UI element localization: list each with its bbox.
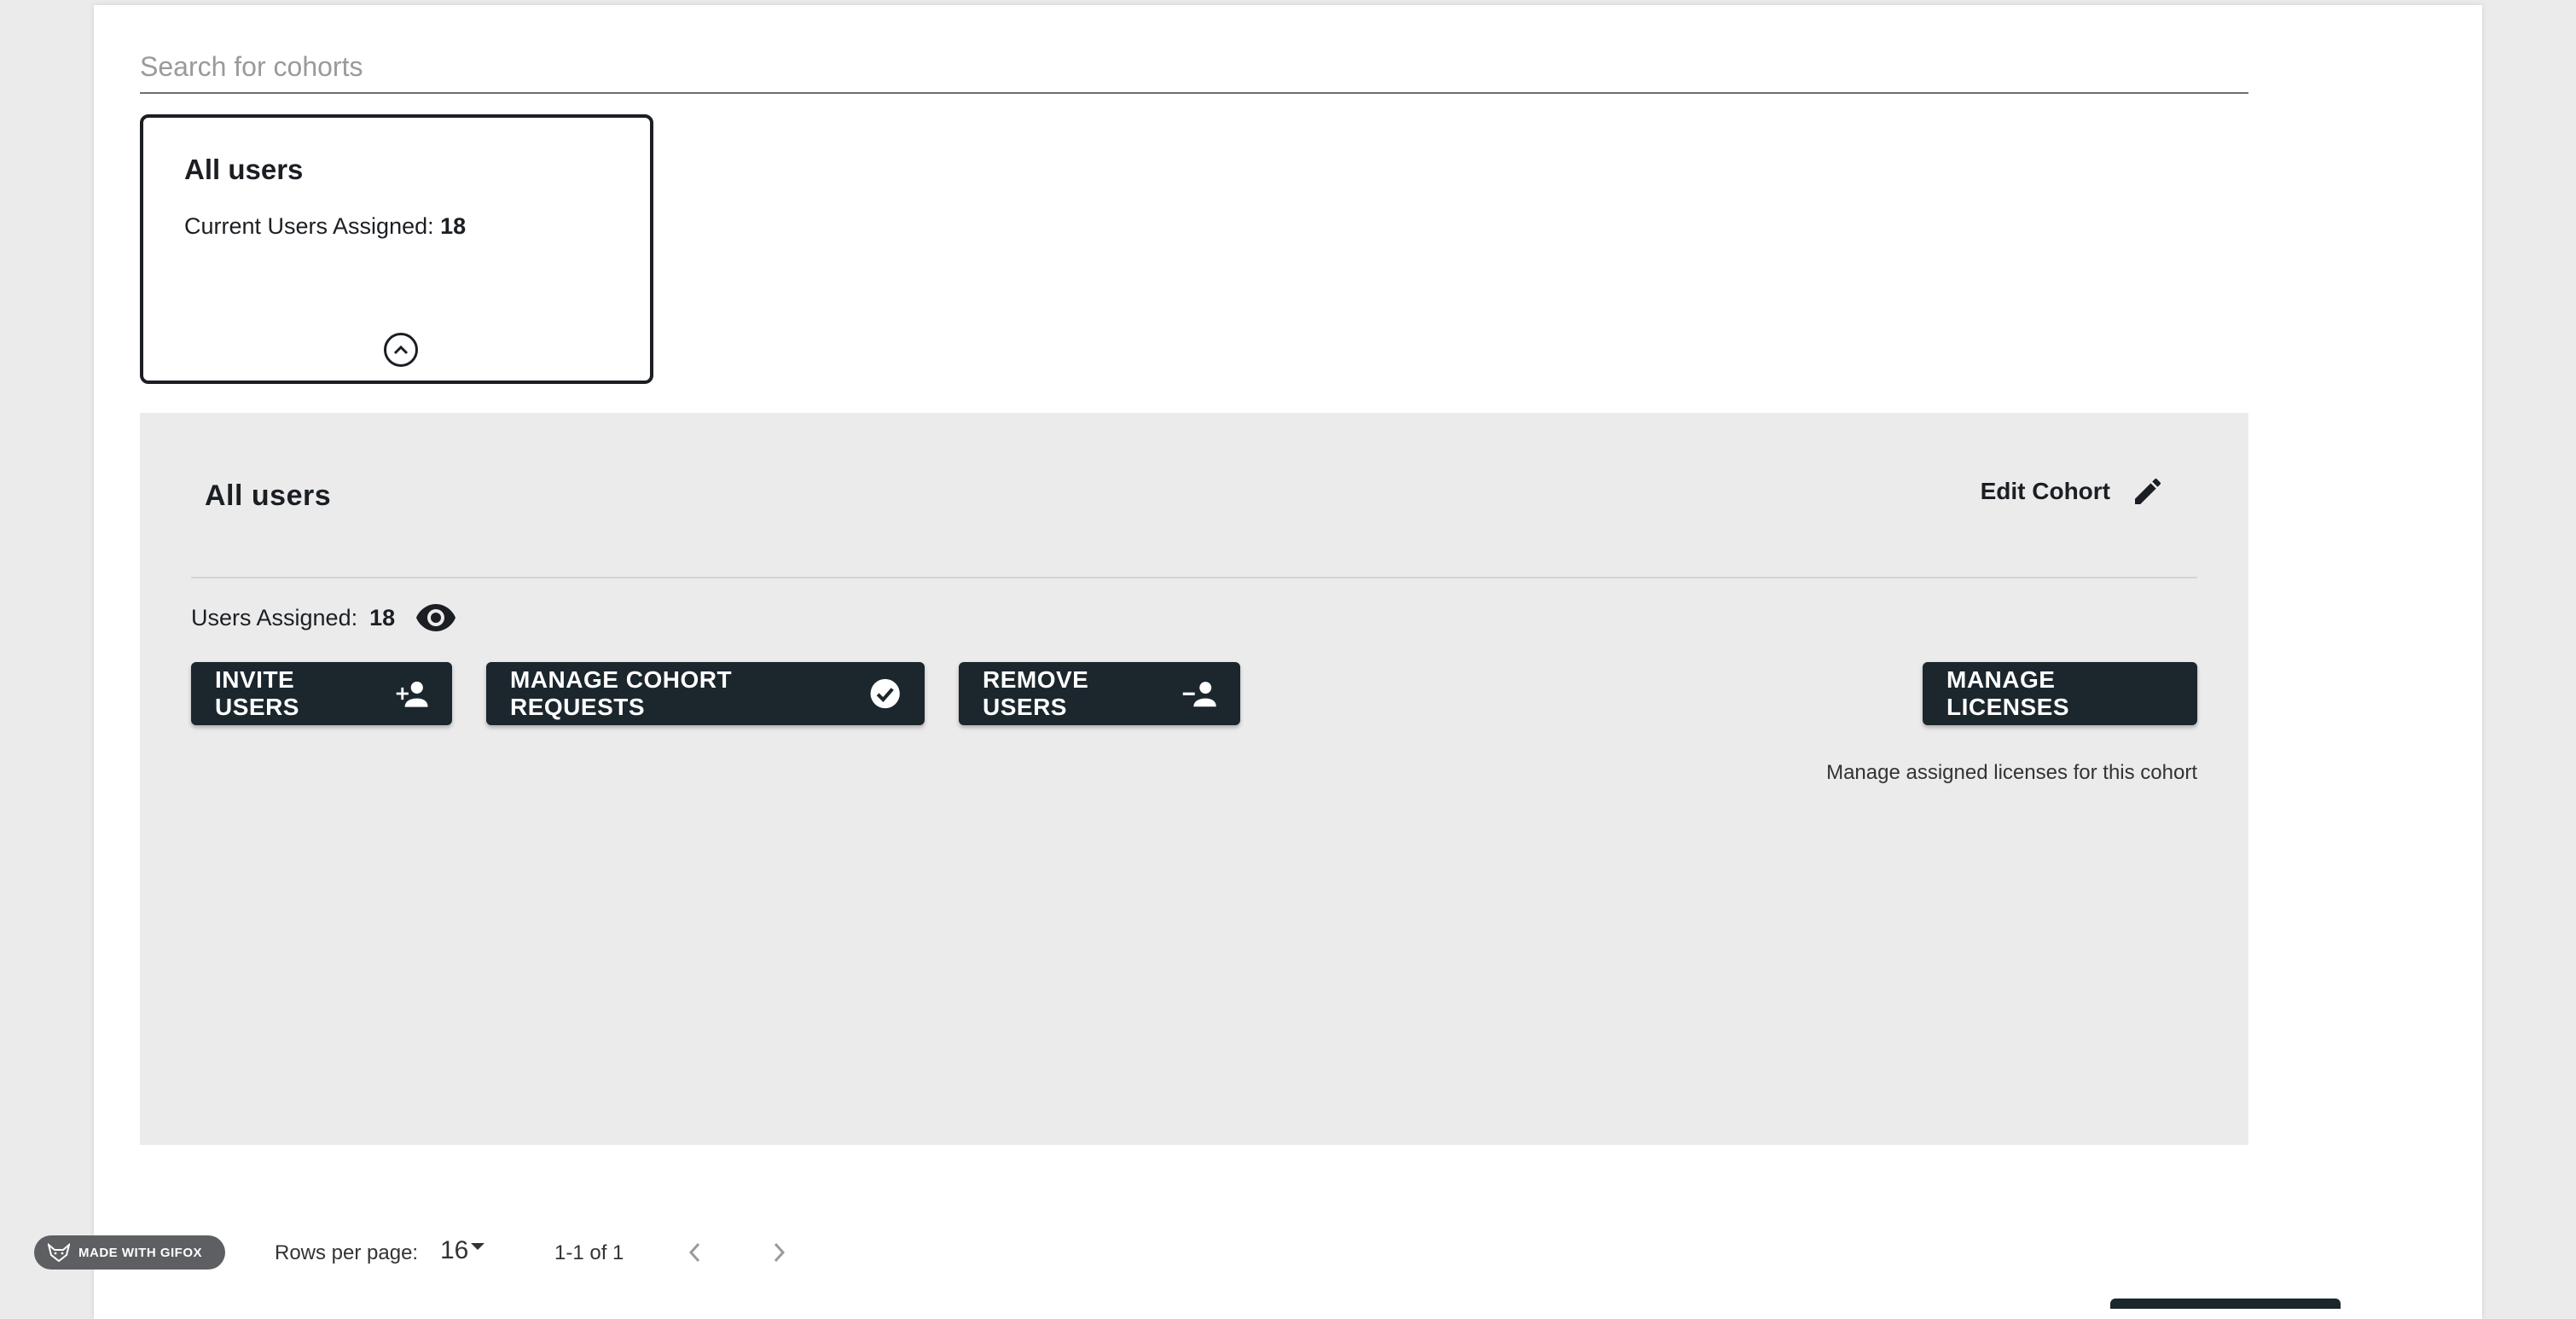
eye-icon[interactable] [415,602,456,633]
rows-per-page-select[interactable]: 16 [440,1236,485,1265]
invite-users-label: INVITE USERS [215,666,299,720]
partial-bottom-button[interactable] [2110,1299,2341,1309]
previous-page-button[interactable] [682,1237,708,1272]
licenses-note: Manage assigned licenses for this cohort [1826,761,2197,784]
pagination-range: 1-1 of 1 [554,1241,624,1264]
panel-divider [191,577,2197,578]
fox-icon [48,1243,70,1262]
cohort-card-count-value: 18 [440,213,467,239]
panel-title: All users [205,479,332,512]
gifox-watermark: MADE WITH GIFOX [34,1235,225,1270]
collapse-chevron-icon[interactable] [384,333,418,367]
manage-licenses-label: MANAGE LICENSES [1947,666,2070,720]
users-assigned-label: Users Assigned: [191,604,358,630]
person-add-icon [397,681,428,707]
cohort-card-count-label: Current Users Assigned: [184,213,434,239]
cohort-card-title: All users [184,154,304,185]
check-circle-icon [870,678,900,709]
search-input[interactable] [140,41,2248,94]
chevron-right-icon [774,1242,786,1263]
chevron-left-icon [688,1242,700,1263]
edit-cohort-button[interactable]: Edit Cohort [1981,474,2165,508]
pencil-icon [2135,478,2161,504]
person-remove-icon [1183,682,1216,707]
cohort-detail-panel: All users Edit Cohort Users Assigned: 18… [140,413,2248,1145]
users-assigned-value: 18 [369,604,396,630]
users-assigned: Users Assigned: 18 [191,602,456,633]
edit-cohort-label: Edit Cohort [1980,478,2110,504]
invite-users-button[interactable]: INVITE USERS [191,662,452,725]
remove-users-button[interactable]: REMOVE USERS [959,662,1240,725]
rows-per-page-value: 16 [440,1236,469,1264]
manage-licenses-button[interactable]: MANAGE LICENSES [1923,662,2197,725]
cohort-card[interactable]: All users Current Users Assigned: 18 [140,114,653,384]
rows-per-page-label: Rows per page: [275,1241,419,1264]
manage-cohort-requests-label: MANAGE COHORT REQUESTS [510,666,733,720]
remove-users-label: REMOVE USERS [983,666,1089,720]
manage-cohort-requests-button[interactable]: MANAGE COHORT REQUESTS [486,662,925,725]
dropdown-arrow-icon [471,1243,485,1250]
next-page-button[interactable] [766,1237,792,1272]
cohort-card-count: Current Users Assigned: 18 [184,213,466,240]
gifox-label: MADE WITH GIFOX [78,1245,202,1260]
